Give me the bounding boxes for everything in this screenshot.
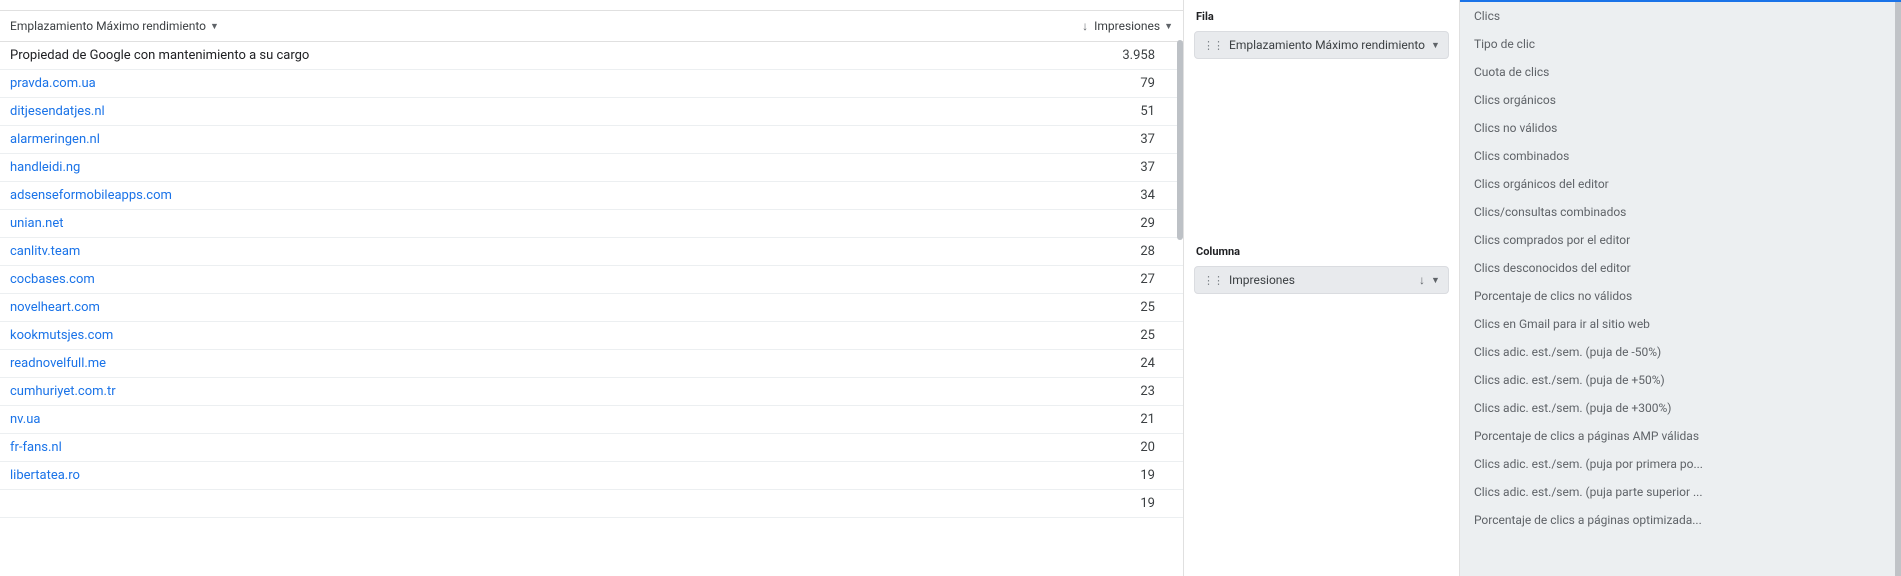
impressions-value: 27 <box>1033 272 1173 287</box>
drag-handle-icon: ⋮⋮ <box>1203 274 1223 287</box>
table-row: alarmeringen.nl37 <box>0 126 1183 154</box>
column-header-placement-label: Emplazamiento Máximo rendimiento <box>10 19 206 33</box>
column-metric-chip-label: Impresiones <box>1229 273 1413 287</box>
placement-link[interactable]: unian.net <box>10 216 1033 231</box>
chevron-down-icon: ▼ <box>1431 40 1440 51</box>
metric-option[interactable]: Cuota de clics <box>1460 58 1901 86</box>
metric-option[interactable]: Porcentaje de clics a páginas optimizada… <box>1460 506 1901 534</box>
sidebar-spacer <box>1184 65 1459 235</box>
metric-option[interactable]: Clics adic. est./sem. (puja de +300%) <box>1460 394 1901 422</box>
metric-option[interactable]: Clics adic. est./sem. (puja de -50%) <box>1460 338 1901 366</box>
metric-option[interactable]: Clics adic. est./sem. (puja de +50%) <box>1460 366 1901 394</box>
placement-link[interactable]: alarmeringen.nl <box>10 132 1033 147</box>
column-header-impressions-label: Impresiones <box>1094 19 1160 33</box>
metric-option[interactable]: Clics combinados <box>1460 142 1901 170</box>
column-header-placement[interactable]: Emplazamiento Máximo rendimiento ▼ <box>0 11 1043 41</box>
placement-link[interactable]: novelheart.com <box>10 300 1033 315</box>
placement-link[interactable]: cocbases.com <box>10 272 1033 287</box>
metric-option[interactable]: Clics orgánicos del editor <box>1460 170 1901 198</box>
placement-link[interactable]: nv.ua <box>10 412 1033 427</box>
main-report-panel: Emplazamiento Máximo rendimiento ▼ ↓ Imp… <box>0 0 1184 576</box>
placement-link[interactable]: ditjesendatjes.nl <box>10 104 1033 119</box>
scrollbar-thumb[interactable] <box>1177 40 1183 240</box>
impressions-value: 21 <box>1033 412 1173 427</box>
table-row: unian.net29 <box>0 210 1183 238</box>
placement-link[interactable]: fr-fans.nl <box>10 440 1033 455</box>
placement-link[interactable]: handleidi.ng <box>10 160 1033 175</box>
chevron-down-icon: ▼ <box>210 21 219 32</box>
metric-option[interactable]: Clics desconocidos del editor <box>1460 254 1901 282</box>
placements-table: Emplazamiento Máximo rendimiento ▼ ↓ Imp… <box>0 10 1183 576</box>
impressions-value: 19 <box>1033 468 1173 483</box>
placement-link[interactable]: cumhuriyet.com.tr <box>10 384 1033 399</box>
impressions-value: 29 <box>1033 216 1173 231</box>
column-metric-chip[interactable]: ⋮⋮ Impresiones ↓ ▼ <box>1194 266 1449 294</box>
metrics-picker-panel: ClicsTipo de clicCuota de clicsClics org… <box>1460 0 1901 576</box>
placement-link[interactable]: libertatea.ro <box>10 468 1033 483</box>
metric-option[interactable]: Clics/consultas combinados <box>1460 198 1901 226</box>
impressions-value: 51 <box>1033 104 1173 119</box>
table-row: 19 <box>0 490 1183 518</box>
table-row: libertatea.ro19 <box>0 462 1183 490</box>
sort-down-icon: ↓ <box>1419 273 1425 287</box>
impressions-value: 25 <box>1033 328 1173 343</box>
table-row: nv.ua21 <box>0 406 1183 434</box>
impressions-value: 24 <box>1033 356 1173 371</box>
editor-sidebar: Fila ⋮⋮ Emplazamiento Máximo rendimiento… <box>1184 0 1460 576</box>
metric-option[interactable]: Porcentaje de clics a páginas AMP válida… <box>1460 422 1901 450</box>
table-row: novelheart.com25 <box>0 294 1183 322</box>
table-row: pravda.com.ua79 <box>0 70 1183 98</box>
column-header-impressions[interactable]: ↓ Impresiones ▼ <box>1043 11 1183 41</box>
sort-down-icon: ↓ <box>1082 19 1088 33</box>
table-row: Propiedad de Google con mantenimiento a … <box>0 42 1183 70</box>
row-dimension-chip-label: Emplazamiento Máximo rendimiento <box>1229 38 1425 52</box>
placement-link[interactable]: pravda.com.ua <box>10 76 1033 91</box>
impressions-value: 20 <box>1033 440 1173 455</box>
impressions-value: 37 <box>1033 132 1173 147</box>
table-row: readnovelfull.me24 <box>0 350 1183 378</box>
impressions-value: 37 <box>1033 160 1173 175</box>
impressions-value: 28 <box>1033 244 1173 259</box>
table-row: adsenseformobileapps.com34 <box>0 182 1183 210</box>
metric-option[interactable]: Clics no válidos <box>1460 114 1901 142</box>
table-header-row: Emplazamiento Máximo rendimiento ▼ ↓ Imp… <box>0 10 1183 42</box>
impressions-value: 3.958 <box>1033 48 1173 63</box>
metric-option[interactable]: Clics orgánicos <box>1460 86 1901 114</box>
placement-link[interactable]: kookmutsjes.com <box>10 328 1033 343</box>
table-row: cocbases.com27 <box>0 266 1183 294</box>
drag-handle-icon: ⋮⋮ <box>1203 39 1223 52</box>
table-row: handleidi.ng37 <box>0 154 1183 182</box>
metric-option[interactable]: Clics adic. est./sem. (puja por primera … <box>1460 450 1901 478</box>
table-row: fr-fans.nl20 <box>0 434 1183 462</box>
table-row: cumhuriyet.com.tr23 <box>0 378 1183 406</box>
row-section-title: Fila <box>1184 0 1459 31</box>
chevron-down-icon: ▼ <box>1431 275 1440 286</box>
table-row: ditjesendatjes.nl51 <box>0 98 1183 126</box>
impressions-value: 19 <box>1033 496 1173 511</box>
chevron-down-icon: ▼ <box>1164 21 1173 32</box>
placement-link[interactable]: adsenseformobileapps.com <box>10 188 1033 203</box>
metric-option[interactable]: Clics en Gmail para ir al sitio web <box>1460 310 1901 338</box>
table-row: kookmutsjes.com25 <box>0 322 1183 350</box>
toolbar-spacer <box>0 0 1183 10</box>
placement-link[interactable]: readnovelfull.me <box>10 356 1033 371</box>
metric-option[interactable]: Clics comprados por el editor <box>1460 226 1901 254</box>
metric-option[interactable]: Clics adic. est./sem. (puja parte superi… <box>1460 478 1901 506</box>
metric-option[interactable]: Tipo de clic <box>1460 30 1901 58</box>
table-row: canlitv.team28 <box>0 238 1183 266</box>
table-body: Propiedad de Google con mantenimiento a … <box>0 42 1183 518</box>
impressions-value: 23 <box>1033 384 1173 399</box>
row-dimension-chip[interactable]: ⋮⋮ Emplazamiento Máximo rendimiento ▼ <box>1194 31 1449 59</box>
column-section-title: Columna <box>1184 235 1459 266</box>
metric-option[interactable]: Clics <box>1460 2 1901 30</box>
impressions-value: 34 <box>1033 188 1173 203</box>
impressions-value: 25 <box>1033 300 1173 315</box>
placement-link[interactable]: canlitv.team <box>10 244 1033 259</box>
placement-text: Propiedad de Google con mantenimiento a … <box>10 48 1033 63</box>
impressions-value: 79 <box>1033 76 1173 91</box>
metric-option[interactable]: Porcentaje de clics no válidos <box>1460 282 1901 310</box>
